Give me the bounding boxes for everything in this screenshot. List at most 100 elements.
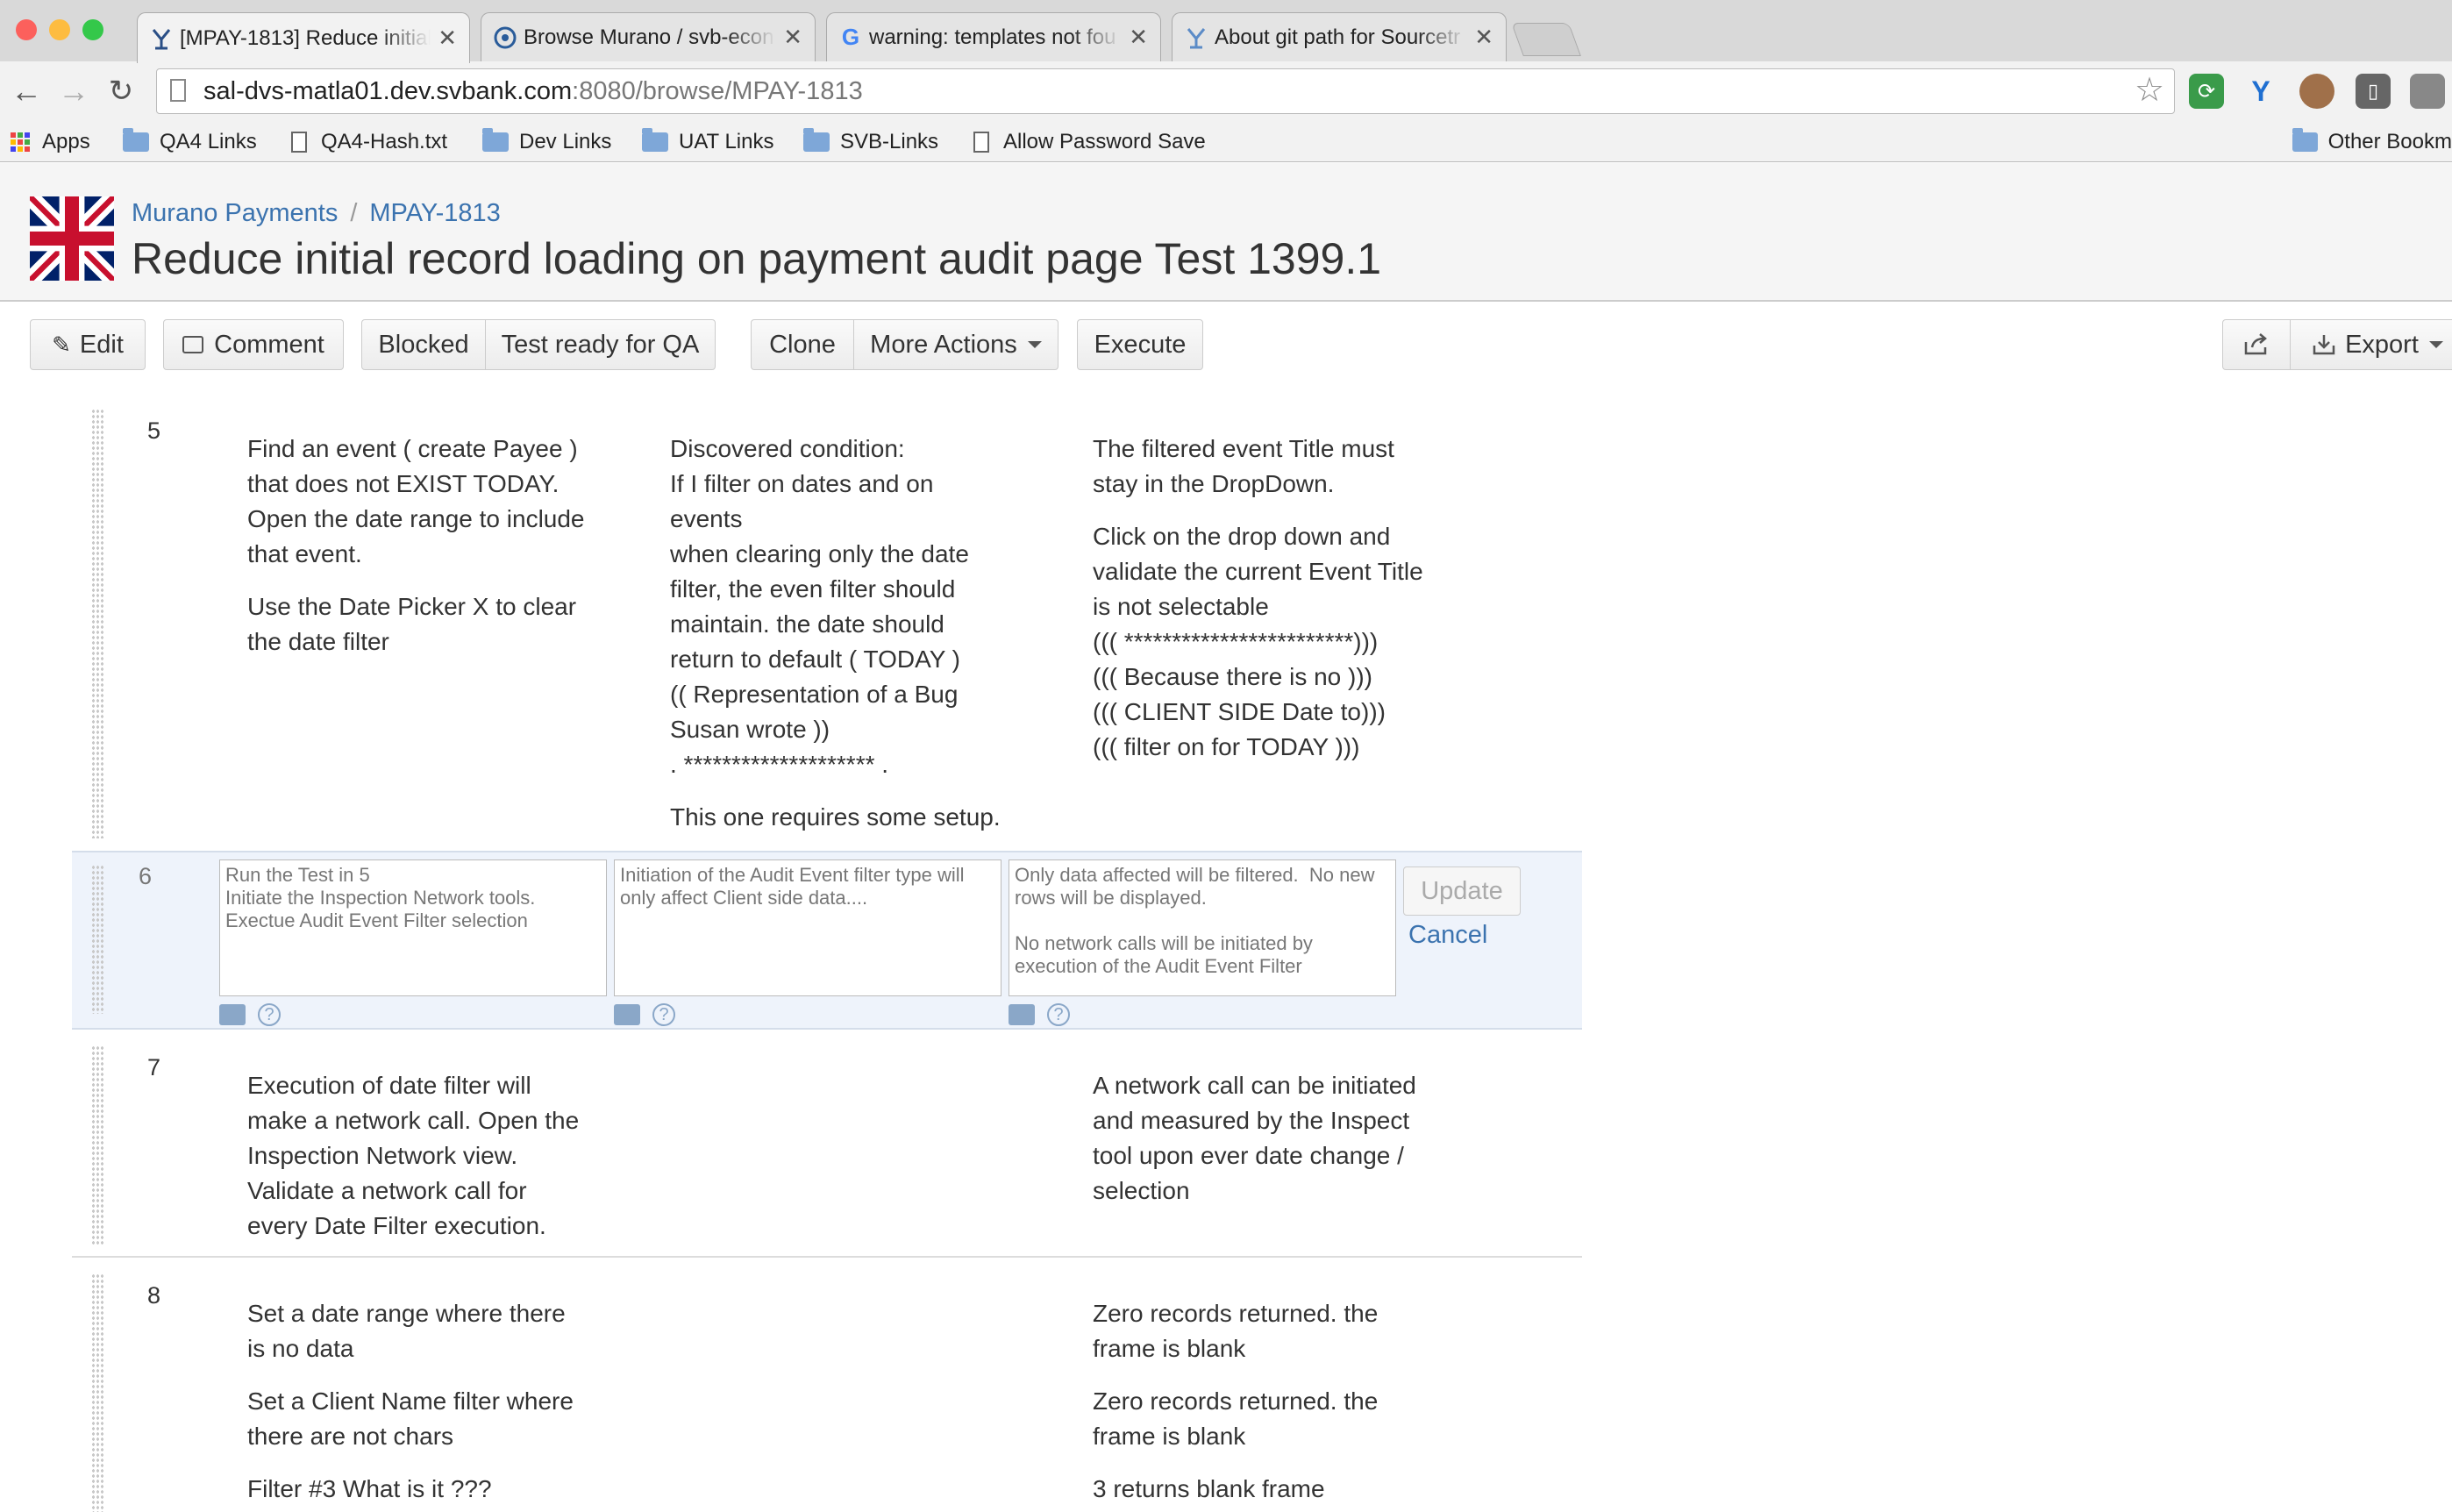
attachment-icon[interactable] <box>1009 1004 1035 1025</box>
execute-button[interactable]: Execute <box>1077 319 1203 370</box>
close-icon[interactable]: ✕ <box>438 25 457 52</box>
result-text-line: Click on the drop down and <box>1093 523 1391 550</box>
result-text-line: and measured by the Inspect <box>1093 1107 1410 1134</box>
extension-v-icon[interactable]: Y <box>2243 74 2278 109</box>
new-tab-button[interactable] <box>1511 23 1581 56</box>
breadcrumb-project-link[interactable]: Murano Payments <box>132 199 338 227</box>
step-number: 8 <box>147 1282 161 1309</box>
cancel-link[interactable]: Cancel <box>1408 921 1487 950</box>
comment-bubble-icon <box>182 336 204 353</box>
folder-icon <box>642 128 668 152</box>
minimize-window-button[interactable] <box>49 19 70 40</box>
attachment-icon[interactable] <box>614 1004 640 1025</box>
folder-icon <box>803 128 830 152</box>
close-icon[interactable]: ✕ <box>1474 24 1493 51</box>
extension-avatar-icon[interactable] <box>2299 74 2334 109</box>
help-icon[interactable]: ? <box>652 1003 675 1026</box>
bookmark-qa4-hash[interactable]: QA4-Hash.txt <box>291 125 447 160</box>
tab-title: warning: templates not fou <box>869 25 1116 49</box>
share-button[interactable] <box>2222 319 2291 370</box>
bookmark-dev-links[interactable]: Dev Links <box>482 125 611 160</box>
step-text-line: make a network call. Open the <box>247 1107 580 1134</box>
bookmark-label: Dev Links <box>519 130 612 153</box>
step-text-line: is no data <box>247 1335 354 1362</box>
bookmark-label: Allow Password Save <box>1003 130 1206 153</box>
back-arrow-icon[interactable]: ← <box>7 72 46 111</box>
close-window-button[interactable] <box>16 19 37 40</box>
result-text-line: ((( ************************))) <box>1093 628 1379 655</box>
result-text-line: frame is blank <box>1093 1335 1246 1362</box>
result-text-line: Zero records returned. the <box>1093 1300 1379 1327</box>
reload-icon[interactable]: ↻ <box>102 72 140 111</box>
url-path: :8080/browse/MPAY-1813 <box>572 77 863 105</box>
data-text-line: Susan wrote )) <box>670 716 830 743</box>
folder-icon <box>482 128 509 152</box>
step-7-description: Execution of date filter will make a net… <box>247 1068 579 1244</box>
bookmark-allow-password-save[interactable]: Allow Password Save <box>973 125 1206 160</box>
help-icon[interactable]: ? <box>1047 1003 1070 1026</box>
step-8-description: Set a date range where there is no data … <box>247 1296 574 1507</box>
issue-summary-title[interactable]: Reduce initial record loading on payment… <box>132 233 1381 284</box>
more-actions-dropdown[interactable]: More Actions <box>853 319 1058 370</box>
chevron-down-icon <box>2428 341 2443 348</box>
drag-handle[interactable] <box>91 1273 103 1512</box>
bookmark-uat-links[interactable]: UAT Links <box>642 125 773 160</box>
step-6-test-data-textarea[interactable]: Initiation of the Audit Event filter typ… <box>614 859 1001 996</box>
bookmark-label: UAT Links <box>679 130 774 153</box>
bookmark-star-icon[interactable]: ☆ <box>2135 70 2164 110</box>
drag-handle[interactable] <box>91 865 103 1014</box>
bookmark-svb-links[interactable]: SVB-Links <box>803 125 938 160</box>
textarea-tools: ? <box>614 1003 675 1026</box>
download-icon <box>2313 335 2335 355</box>
extension-menu-icon[interactable] <box>2410 74 2445 109</box>
data-text-line: This one requires some setup. <box>670 803 1001 831</box>
drag-handle[interactable] <box>91 1045 103 1245</box>
blocked-label: Blocked <box>378 330 469 359</box>
result-text-line: ((( CLIENT SIDE Date to))) <box>1093 698 1386 725</box>
page-icon <box>973 132 989 153</box>
tab-sourcetree[interactable]: About git path for Sourcetr ✕ <box>1172 12 1507 61</box>
step-8-expected-result: Zero records returned. the frame is blan… <box>1093 1296 1378 1507</box>
tab-jira-issue[interactable]: [MPAY-1813] Reduce initial ✕ <box>137 12 470 63</box>
page-icon <box>170 79 186 102</box>
data-text-line: (( Representation of a Bug <box>670 681 959 708</box>
attachment-icon[interactable] <box>219 1004 246 1025</box>
breadcrumb-issue-key-link[interactable]: MPAY-1813 <box>369 199 500 227</box>
help-icon[interactable]: ? <box>258 1003 281 1026</box>
jira-icon <box>1185 26 1208 49</box>
step-5-test-data: Discovered condition: If I filter on dat… <box>670 431 1001 835</box>
bookmark-apps[interactable]: Apps <box>11 125 90 160</box>
bookmark-other-bookmarks[interactable]: Other Bookm <box>2292 125 2452 160</box>
comment-button[interactable]: Comment <box>163 319 344 370</box>
update-button[interactable]: Update <box>1403 867 1521 916</box>
test-ready-for-qa-button[interactable]: Test ready for QA <box>485 319 716 370</box>
step-number: 6 <box>139 863 153 889</box>
google-icon: G <box>841 24 860 50</box>
edit-button[interactable]: ✎ Edit <box>30 319 146 370</box>
step-5-description: Find an event ( create Payee ) that does… <box>247 431 585 660</box>
tab-bitbucket[interactable]: Browse Murano / svb-econ ✕ <box>481 12 816 61</box>
folder-icon <box>2292 128 2318 152</box>
execute-label: Execute <box>1094 330 1187 359</box>
breadcrumb: Murano Payments / MPAY-1813 <box>132 199 501 228</box>
step-6-expected-result-textarea[interactable]: Only data affected will be filtered. No … <box>1009 859 1396 996</box>
export-dropdown[interactable]: Export <box>2290 319 2452 370</box>
data-text-line: events <box>670 505 743 532</box>
textarea-tools: ? <box>219 1003 281 1026</box>
zoom-window-button[interactable] <box>82 19 103 40</box>
extension-refresh-icon[interactable]: ⟳ <box>2189 74 2224 109</box>
clone-button[interactable]: Clone <box>751 319 854 370</box>
project-avatar-icon <box>30 196 114 281</box>
result-text-line: validate the current Event Title <box>1093 558 1423 585</box>
blocked-button[interactable]: Blocked <box>361 319 486 370</box>
step-6-description-textarea[interactable]: Run the Test in 5 Initiate the Inspectio… <box>219 859 607 996</box>
data-text-line: when clearing only the date <box>670 540 969 567</box>
forward-arrow-icon[interactable]: → <box>54 72 93 111</box>
close-icon[interactable]: ✕ <box>783 24 802 51</box>
tab-google[interactable]: G warning: templates not fou ✕ <box>826 12 1161 61</box>
drag-handle[interactable] <box>91 409 103 838</box>
bookmark-qa4-links[interactable]: QA4 Links <box>123 125 257 160</box>
extension-plug-icon[interactable]: ▯ <box>2356 74 2391 109</box>
chevron-down-icon <box>1027 341 1042 348</box>
close-icon[interactable]: ✕ <box>1129 24 1148 51</box>
